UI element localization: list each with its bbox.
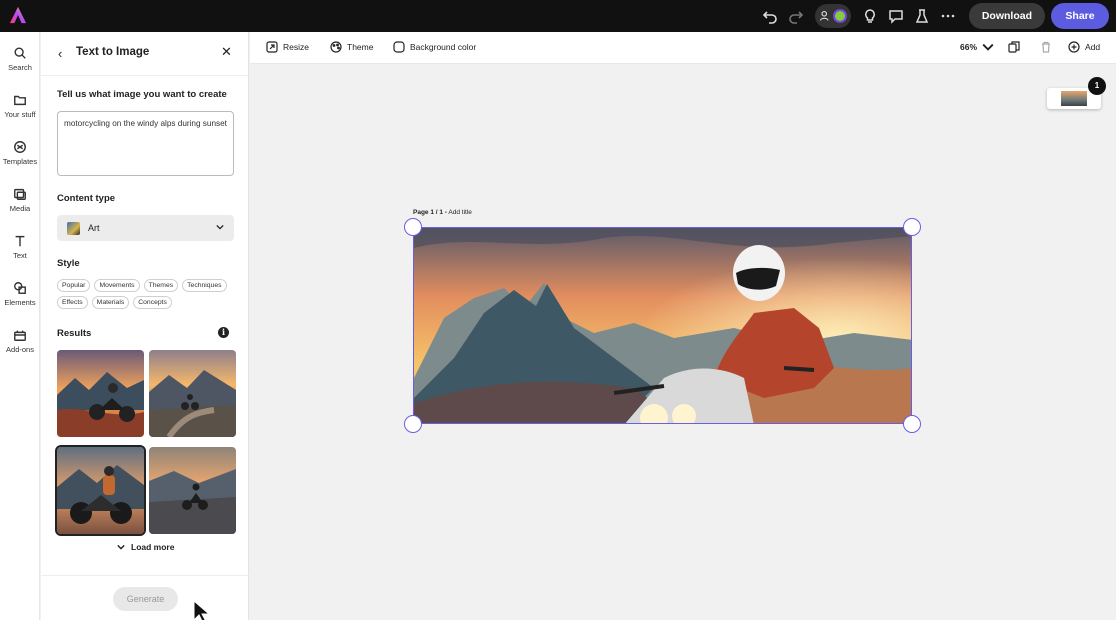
rail-item-add-ons[interactable]: Add-ons <box>0 328 40 354</box>
rail-item-search[interactable]: Search <box>0 46 40 72</box>
style-chip-materials[interactable]: Materials <box>91 296 130 309</box>
add-page-button[interactable]: Add <box>1068 41 1100 53</box>
elements-icon <box>14 282 26 294</box>
rail-item-label: Elements <box>4 298 36 307</box>
load-more-button[interactable]: Load more <box>117 542 174 552</box>
resize-handle-top-left[interactable] <box>404 218 422 236</box>
top-bar: Download Share <box>0 0 1116 32</box>
rail-item-your-stuff[interactable]: Your stuff <box>0 93 40 119</box>
palette-icon <box>330 41 342 53</box>
mouse-cursor-icon <box>193 600 211 620</box>
prompt-input[interactable]: motorcycling on the windy alps during su… <box>57 111 234 176</box>
zoom-dropdown[interactable]: 66% <box>960 41 994 53</box>
art-swatch-icon <box>67 221 80 235</box>
page-thumbnail-image <box>1061 91 1087 106</box>
background-color-label: Background color <box>410 42 477 52</box>
adobe-express-logo-icon[interactable] <box>9 6 27 24</box>
info-icon[interactable]: i <box>218 327 229 338</box>
rail-item-text[interactable]: Text <box>0 234 40 260</box>
result-thumbnail[interactable] <box>57 350 144 437</box>
artboard-image[interactable] <box>413 227 912 424</box>
page-count-badge: 1 <box>1088 77 1106 95</box>
text-to-image-panel: ‹ Text to Image ✕ Tell us what image you… <box>41 32 249 620</box>
theme-button[interactable]: Theme <box>330 41 373 53</box>
canvas-toolbar: Resize Theme Background color 66% Add <box>250 32 1116 64</box>
panel-title: Text to Image <box>76 46 150 58</box>
add-label: Add <box>1085 42 1101 52</box>
duplicate-icon[interactable] <box>1008 41 1020 53</box>
background-color-button[interactable]: Background color <box>393 41 476 53</box>
chevron-down-icon <box>117 544 125 550</box>
media-icon <box>14 188 26 200</box>
style-chip-effects[interactable]: Effects <box>57 296 88 309</box>
add-person-icon <box>819 10 829 21</box>
content-type-label: Content type <box>57 193 116 204</box>
redo-icon[interactable] <box>783 3 809 29</box>
content-type-dropdown[interactable]: Art <box>57 215 234 241</box>
rail-item-media[interactable]: Media <box>0 187 40 213</box>
page-title[interactable]: Page 1 / 1 - Add title <box>413 209 472 216</box>
search-icon <box>14 47 26 59</box>
rail-item-label: Text <box>13 251 27 260</box>
style-chip-concepts[interactable]: Concepts <box>133 296 172 309</box>
page-number: Page 1 / 1 - <box>413 209 447 216</box>
addons-icon <box>14 330 26 341</box>
undo-icon[interactable] <box>757 3 783 29</box>
text-icon <box>15 235 25 247</box>
style-chip-themes[interactable]: Themes <box>143 279 179 292</box>
style-chips: Popular Movements Themes Techniques Effe… <box>57 279 237 309</box>
resize-button[interactable]: Resize <box>266 41 309 53</box>
color-swatch-icon <box>393 41 405 53</box>
chevron-down-icon <box>216 224 224 230</box>
rail-item-label: Add-ons <box>6 345 34 354</box>
more-options-icon[interactable] <box>935 3 961 29</box>
resize-handle-bottom-right[interactable] <box>903 415 921 433</box>
resize-handle-top-right[interactable] <box>903 218 921 236</box>
theme-label: Theme <box>347 42 374 52</box>
resize-handle-bottom-left[interactable] <box>404 415 422 433</box>
style-chip-movements[interactable]: Movements <box>94 279 140 292</box>
generate-button[interactable]: Generate <box>113 587 178 611</box>
rail-item-elements[interactable]: Elements <box>0 281 40 307</box>
load-more-label: Load more <box>131 542 175 552</box>
avatar <box>832 9 847 23</box>
left-rail: Search Your stuff Templates Media Text E… <box>0 32 40 620</box>
chevron-down-icon <box>982 43 994 51</box>
panel-header: ‹ Text to Image ✕ <box>41 32 248 76</box>
content-type-value: Art <box>88 223 100 233</box>
rail-item-label: Search <box>8 63 32 72</box>
folder-icon <box>14 95 26 106</box>
flask-icon[interactable] <box>909 3 935 29</box>
generate-footer: Generate <box>41 575 249 620</box>
collaborators-button[interactable] <box>814 4 851 28</box>
add-title-link[interactable]: Add title <box>448 209 472 216</box>
rail-item-label: Media <box>9 204 31 213</box>
trash-icon[interactable] <box>1040 41 1052 53</box>
back-chevron-icon[interactable]: ‹ <box>58 46 62 61</box>
style-chip-popular[interactable]: Popular <box>57 279 91 292</box>
rail-item-templates[interactable]: Templates <box>0 140 40 166</box>
lightbulb-icon[interactable] <box>857 3 883 29</box>
download-button[interactable]: Download <box>968 3 1045 29</box>
resize-icon <box>266 41 278 53</box>
resize-label: Resize <box>283 42 309 52</box>
share-button[interactable]: Share <box>1051 3 1109 29</box>
style-label: Style <box>57 258 80 269</box>
result-thumbnail[interactable] <box>149 447 236 534</box>
results-label: Results <box>57 328 92 339</box>
rail-item-label: Templates <box>2 157 38 166</box>
rail-item-label: Your stuff <box>4 110 36 119</box>
templates-icon <box>14 141 26 153</box>
style-chip-techniques[interactable]: Techniques <box>182 279 227 292</box>
zoom-value: 66% <box>960 42 978 52</box>
result-thumbnail-selected[interactable] <box>55 445 146 536</box>
comment-icon[interactable] <box>883 3 909 29</box>
result-thumbnail[interactable] <box>149 350 236 437</box>
prompt-label: Tell us what image you want to create <box>57 89 227 100</box>
add-circle-icon <box>1068 41 1080 53</box>
close-icon[interactable]: ✕ <box>221 44 232 60</box>
